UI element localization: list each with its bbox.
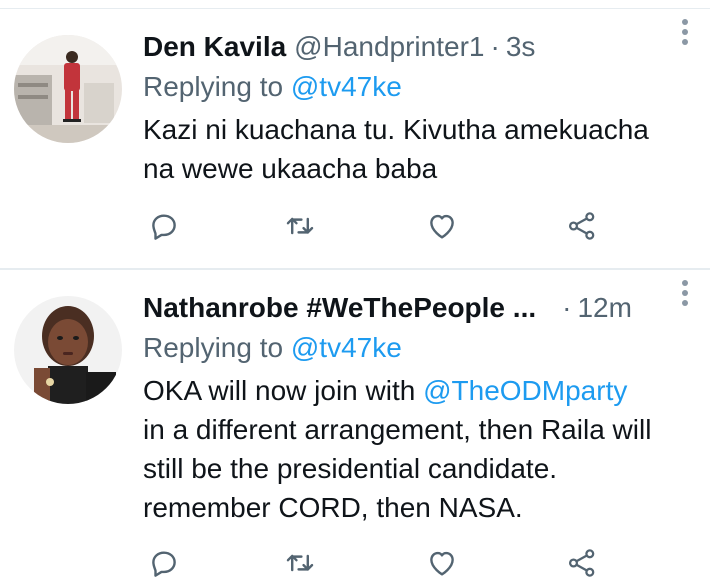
reply-button[interactable] <box>147 546 187 586</box>
display-name[interactable]: Nathanrobe #WeThePeople ... <box>143 290 536 326</box>
retweet-button[interactable] <box>283 546 323 586</box>
tweet-text-line: na wewe ukaacha baba <box>143 153 438 184</box>
share-button[interactable] <box>565 546 605 586</box>
replying-prefix: Replying to <box>143 71 284 102</box>
replying-to-mention[interactable]: @tv47ke <box>291 332 402 363</box>
reply-button[interactable] <box>147 209 187 249</box>
reply-icon <box>152 551 176 577</box>
user-handle[interactable]: @Handprinter1 <box>294 29 484 65</box>
tweet-text: Kazi ni kuachana tu. Kivutha amekuacha n… <box>143 110 690 188</box>
reply-icon <box>152 214 176 240</box>
avatar[interactable] <box>14 35 122 143</box>
tweet-text-line: OKA will now join with @TheODMparty <box>143 371 690 410</box>
like-button[interactable] <box>425 209 465 249</box>
tweet-header: Den Kavila @Handprinter1 · 3s <box>143 29 690 65</box>
share-icon <box>568 212 595 240</box>
tweet-actions <box>143 546 613 586</box>
like-icon <box>430 551 454 576</box>
timestamp[interactable]: 3s <box>506 29 536 65</box>
mention-link[interactable]: @TheODMparty <box>423 375 627 406</box>
timestamp[interactable]: 12m <box>577 290 631 326</box>
replying-to: Replying to @tv47ke <box>143 328 690 368</box>
share-button[interactable] <box>565 209 605 249</box>
replying-to-mention[interactable]: @tv47ke <box>291 71 402 102</box>
more-icon[interactable] <box>682 280 688 310</box>
avatar-image <box>14 35 122 143</box>
tweet-text-line: in a different arrangement, then Raila w… <box>143 414 652 445</box>
tweet[interactable]: Den Kavila @Handprinter1 · 3s Replying t… <box>0 9 710 270</box>
avatar-image <box>14 296 122 404</box>
avatar[interactable] <box>14 296 122 404</box>
tweet-text-line: remember CORD, then NASA. <box>143 492 523 523</box>
retweet-button[interactable] <box>283 209 323 249</box>
more-icon[interactable] <box>682 19 688 49</box>
like-button[interactable] <box>425 546 465 586</box>
tweet-actions <box>143 209 613 249</box>
retweet-icon <box>286 217 314 235</box>
replying-to: Replying to @tv47ke <box>143 67 690 107</box>
separator-dot: · <box>562 292 572 323</box>
tweet-content: Nathanrobe #WeThePeople ... · 12m Replyi… <box>143 290 690 527</box>
tweet[interactable]: Nathanrobe #WeThePeople ... · 12m Replyi… <box>0 270 710 587</box>
share-icon <box>568 549 595 577</box>
tweet-text-line: still be the presidential candidate. <box>143 453 558 484</box>
display-name[interactable]: Den Kavila <box>143 29 286 65</box>
tweet-text-line: Kazi ni kuachana tu. Kivutha amekuacha <box>143 114 649 145</box>
tweet-text: OKA will now join with @TheODMparty in a… <box>143 371 690 527</box>
tweet-header: Nathanrobe #WeThePeople ... · 12m <box>143 290 690 326</box>
retweet-icon <box>286 554 314 572</box>
replying-prefix: Replying to <box>143 332 284 363</box>
tweet-content: Den Kavila @Handprinter1 · 3s Replying t… <box>143 29 690 188</box>
like-icon <box>430 214 454 239</box>
tweet-text-fragment: OKA will now join with <box>143 375 424 406</box>
separator-dot: · <box>490 31 500 62</box>
